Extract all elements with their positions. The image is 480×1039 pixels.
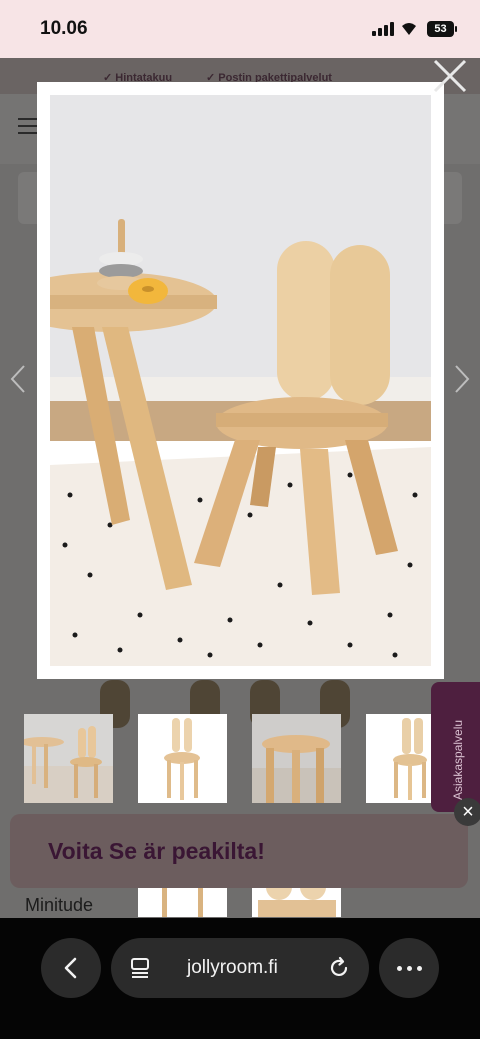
product-image — [50, 95, 431, 666]
battery-icon: 53 — [427, 21, 454, 37]
close-icon[interactable]: × — [454, 798, 480, 826]
back-button[interactable] — [41, 938, 101, 998]
thumbnail[interactable] — [24, 714, 113, 803]
tabs-icon[interactable] — [129, 957, 151, 979]
signal-icon — [372, 22, 394, 36]
promo-text: Voita Se är peakilta! — [48, 838, 265, 864]
back-icon — [64, 957, 77, 979]
status-time: 10.06 — [40, 18, 88, 39]
image-lightbox — [37, 82, 444, 679]
customer-service-tab[interactable]: Asiakaspalvelu — [431, 682, 480, 812]
battery-tip — [455, 26, 457, 32]
reload-icon[interactable] — [327, 956, 351, 980]
chevron-right-icon[interactable] — [452, 362, 472, 396]
wifi-icon — [402, 23, 416, 35]
brand-name[interactable]: Minitude — [25, 895, 93, 916]
address-bar[interactable]: jollyroom.fi — [111, 938, 369, 998]
more-icon — [397, 966, 402, 971]
thumbnail[interactable] — [138, 714, 227, 803]
status-bar: 10.06 53 — [0, 0, 480, 58]
url-text: jollyroom.fi — [187, 957, 278, 978]
promo-banner[interactable]: Voita Se är peakilta! — [10, 814, 468, 888]
customer-service-label: Asiakaspalvelu — [451, 719, 465, 800]
close-icon[interactable] — [432, 58, 468, 94]
chevron-left-icon[interactable] — [8, 362, 28, 396]
thumbnail[interactable] — [252, 714, 341, 803]
more-button[interactable] — [379, 938, 439, 998]
hamburger-menu-icon[interactable] — [18, 118, 38, 134]
